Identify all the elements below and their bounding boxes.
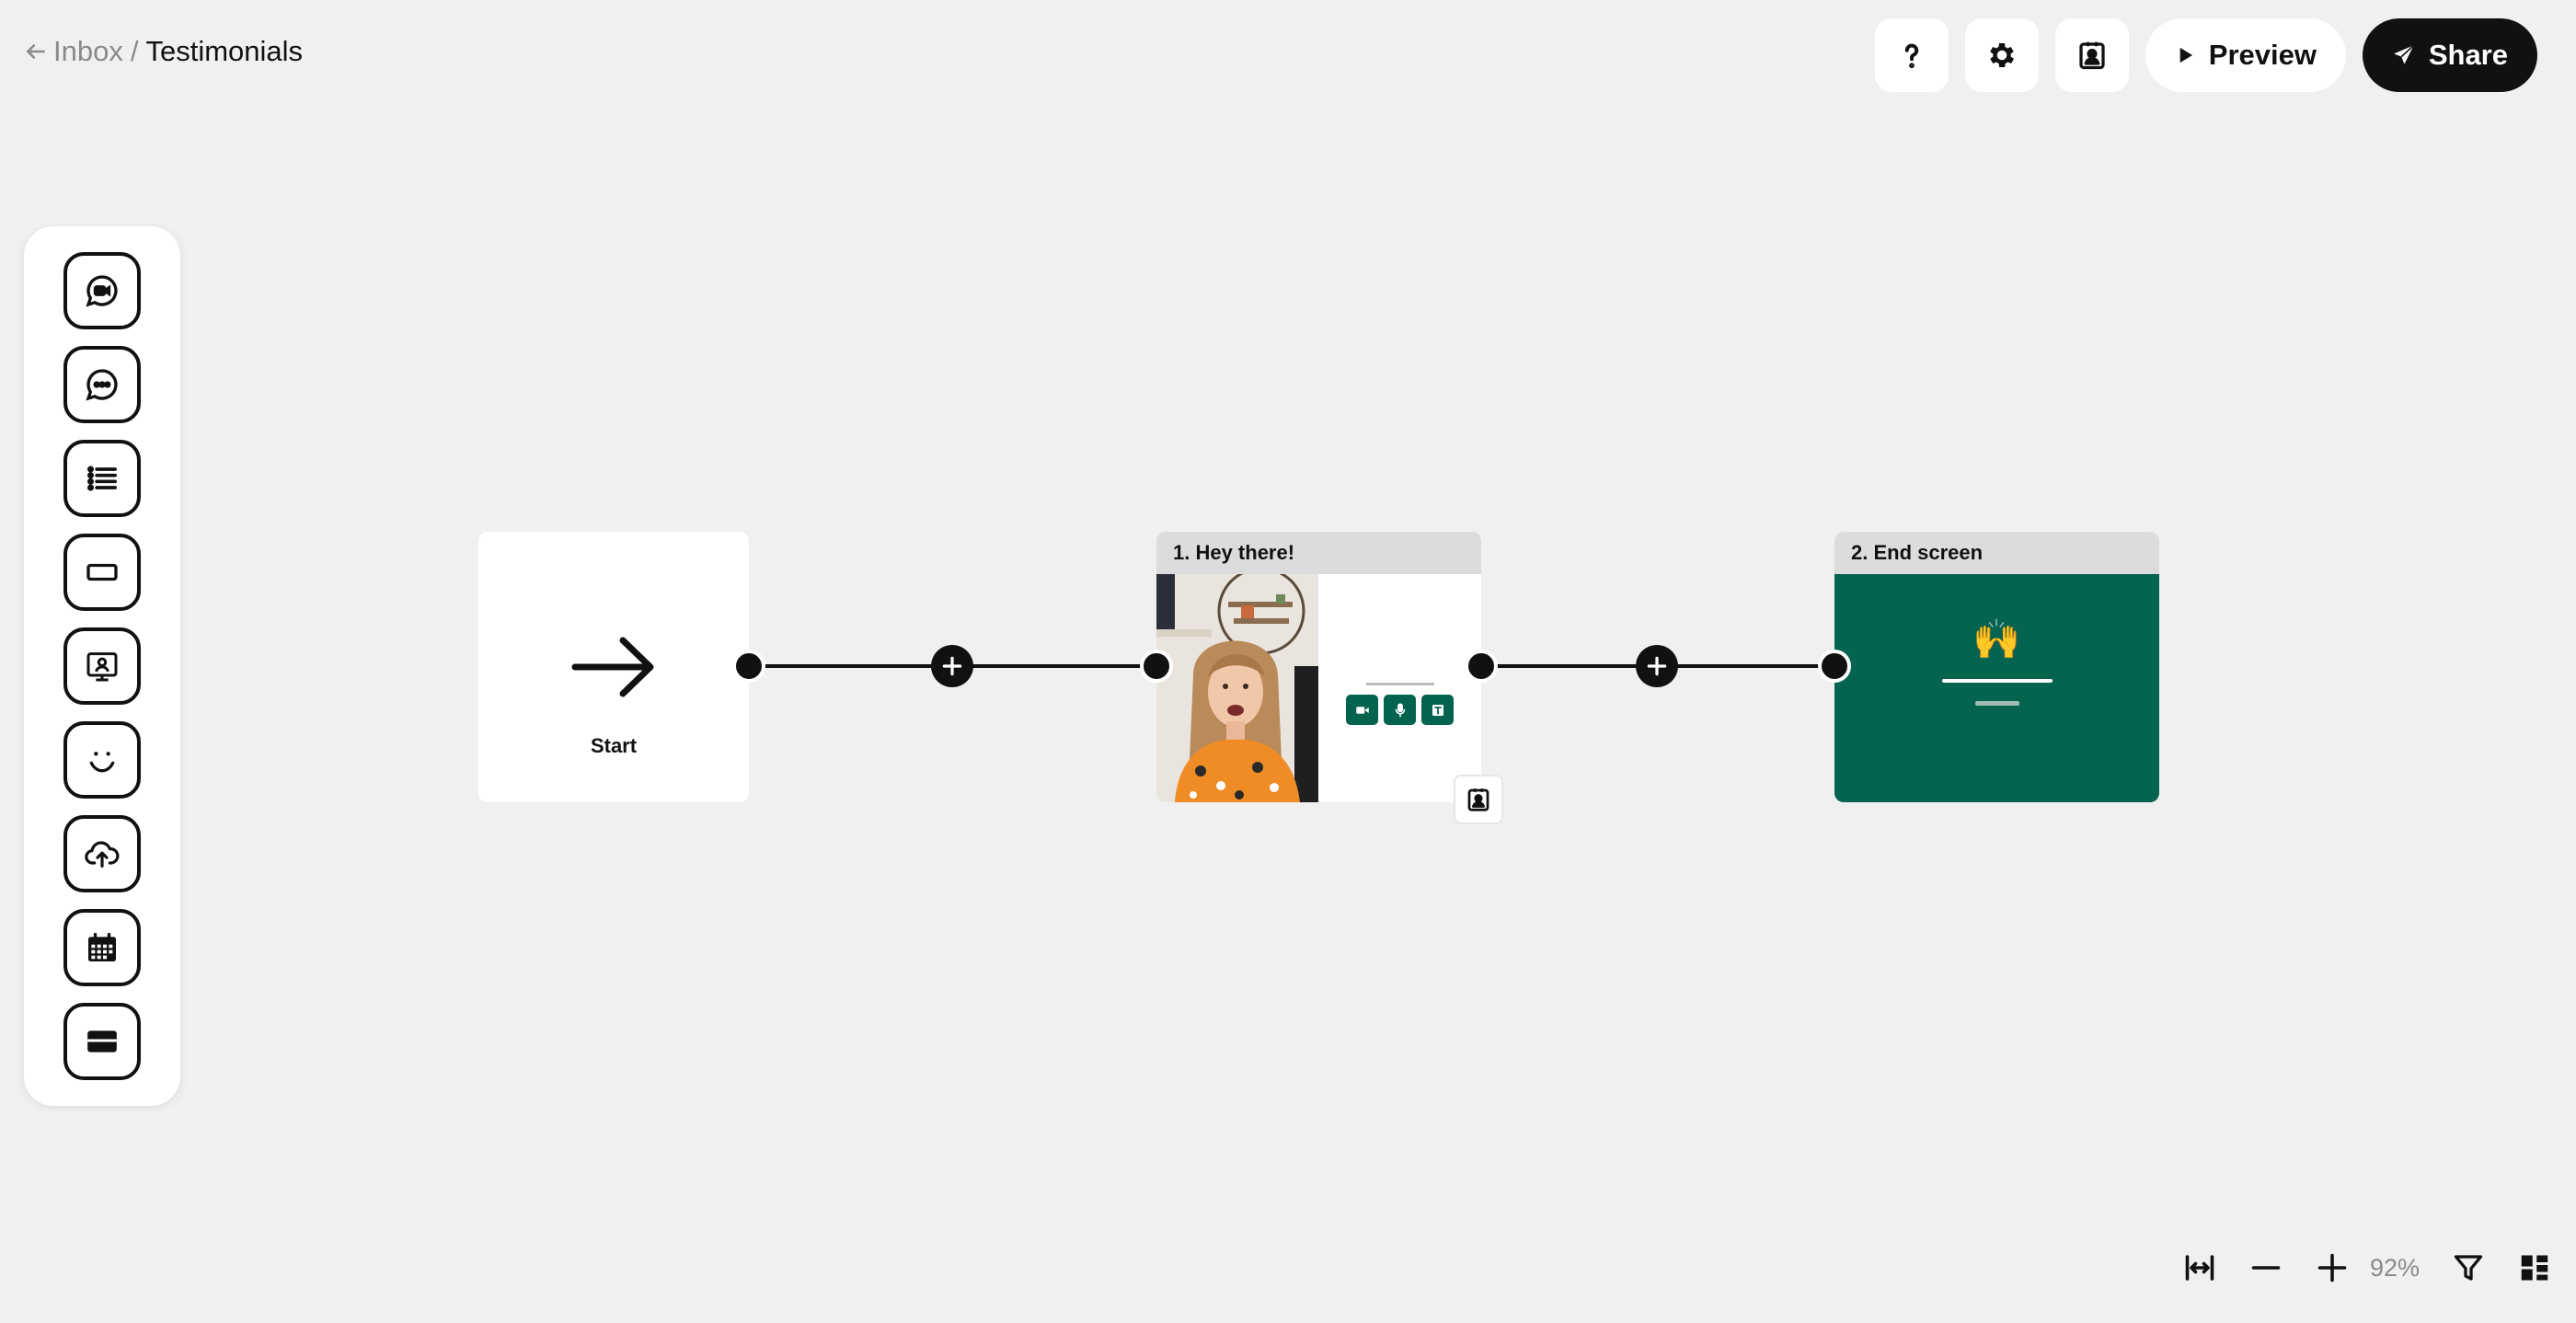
- contact-card-icon: [2079, 41, 2105, 70]
- calendar-icon: [88, 933, 116, 961]
- start-node-label: Start: [590, 734, 638, 757]
- contact-screen-icon: [86, 652, 118, 682]
- zoom-out-button[interactable]: [2248, 1250, 2283, 1285]
- gear-icon: [1990, 42, 2015, 68]
- plus-icon: [2317, 1253, 2347, 1283]
- rectangle-icon: [86, 563, 118, 581]
- preview-button[interactable]: Preview: [2145, 18, 2346, 92]
- add-step-button[interactable]: [931, 645, 973, 687]
- arrow-right-icon: [571, 637, 654, 697]
- breadcrumb: Inbox / Testimonials: [24, 33, 303, 70]
- step-node-title: 2. End screen: [1834, 532, 2159, 574]
- text-response-option: [1421, 695, 1454, 725]
- grid-layout-icon: [2521, 1255, 2548, 1281]
- settings-button[interactable]: [1965, 18, 2039, 92]
- share-button-label: Share: [2428, 39, 2508, 71]
- step-node-end-screen[interactable]: 2. End screen 🙌: [1834, 532, 2159, 802]
- step-node-title: 1. Hey there!: [1156, 532, 1481, 574]
- microphone-icon: [1395, 703, 1405, 717]
- contact-form-badge[interactable]: [1454, 775, 1503, 824]
- block-palette: [24, 226, 180, 1106]
- end-screen-preview: 🙌: [1834, 574, 2159, 802]
- contact-card-button[interactable]: [2055, 18, 2129, 92]
- step1-input-handle[interactable]: [1140, 650, 1173, 683]
- video-thumbnail: [1156, 574, 1318, 802]
- flow-canvas[interactable]: Start 1. Hey there! 2. End screen 🙌: [0, 0, 2576, 1323]
- back-to-inbox-link[interactable]: Inbox: [24, 33, 123, 70]
- payment-tool[interactable]: [63, 1003, 141, 1080]
- breadcrumb-separator: /: [130, 35, 139, 67]
- contact-card-icon: [1467, 788, 1489, 811]
- question-text-placeholder: [1365, 683, 1434, 685]
- multiple-choice-tool[interactable]: [63, 440, 141, 517]
- start-output-handle[interactable]: [732, 650, 765, 683]
- add-step-button[interactable]: [1636, 645, 1678, 687]
- end-title-placeholder: [1941, 679, 2053, 683]
- top-toolbar: Preview Share: [1875, 18, 2537, 92]
- plus-icon: [942, 656, 962, 676]
- video-response-option: [1346, 695, 1378, 725]
- layout-toggle-button[interactable]: [2517, 1250, 2552, 1285]
- text-icon: [1432, 704, 1443, 716]
- nps-tool[interactable]: [63, 721, 141, 799]
- zoom-level: 92%: [2369, 1253, 2420, 1282]
- minus-icon: [2251, 1266, 2281, 1270]
- button-tool[interactable]: [63, 534, 141, 611]
- fit-to-screen-button[interactable]: [2182, 1250, 2217, 1285]
- plus-icon: [1647, 656, 1667, 676]
- calendar-tool[interactable]: [63, 909, 141, 986]
- filter-icon: [2454, 1255, 2483, 1281]
- end-subtitle-placeholder: [1974, 701, 2019, 706]
- video-question-tool[interactable]: [63, 252, 141, 329]
- contact-form-tool[interactable]: [63, 627, 141, 705]
- credit-card-icon: [87, 1030, 117, 1053]
- filter-button[interactable]: [2451, 1250, 2486, 1285]
- chat-dots-icon: [86, 369, 118, 401]
- arrow-left-icon: [27, 44, 45, 59]
- response-options-preview: [1318, 574, 1481, 802]
- text-question-tool[interactable]: [63, 346, 141, 423]
- start-node[interactable]: Start: [478, 532, 749, 802]
- play-icon: [2179, 47, 2192, 63]
- help-button[interactable]: [1875, 18, 1949, 92]
- preview-button-label: Preview: [2208, 39, 2317, 71]
- list-icon: [87, 466, 117, 491]
- question-icon: [1904, 43, 1919, 69]
- presenter-image: [1156, 574, 1318, 802]
- raised-hands-emoji: 🙌: [1972, 617, 2021, 661]
- share-button[interactable]: Share: [2363, 18, 2537, 92]
- page-title: Testimonials: [145, 35, 304, 67]
- zoom-controls: 92%: [2182, 1242, 2552, 1294]
- step2-input-handle[interactable]: [1818, 650, 1851, 683]
- file-upload-tool[interactable]: [63, 815, 141, 892]
- audio-response-option: [1384, 695, 1416, 725]
- breadcrumb-parent: Inbox: [53, 35, 123, 67]
- paper-plane-icon: [2394, 44, 2415, 64]
- cloud-upload-icon: [85, 841, 120, 868]
- fit-width-icon: [2185, 1255, 2214, 1281]
- video-camera-icon: [1355, 706, 1369, 714]
- step-node-hey-there[interactable]: 1. Hey there!: [1156, 532, 1481, 802]
- step1-output-handle[interactable]: [1465, 650, 1498, 683]
- smiley-icon: [89, 752, 115, 773]
- zoom-in-button[interactable]: [2315, 1250, 2350, 1285]
- video-chat-icon: [86, 275, 118, 307]
